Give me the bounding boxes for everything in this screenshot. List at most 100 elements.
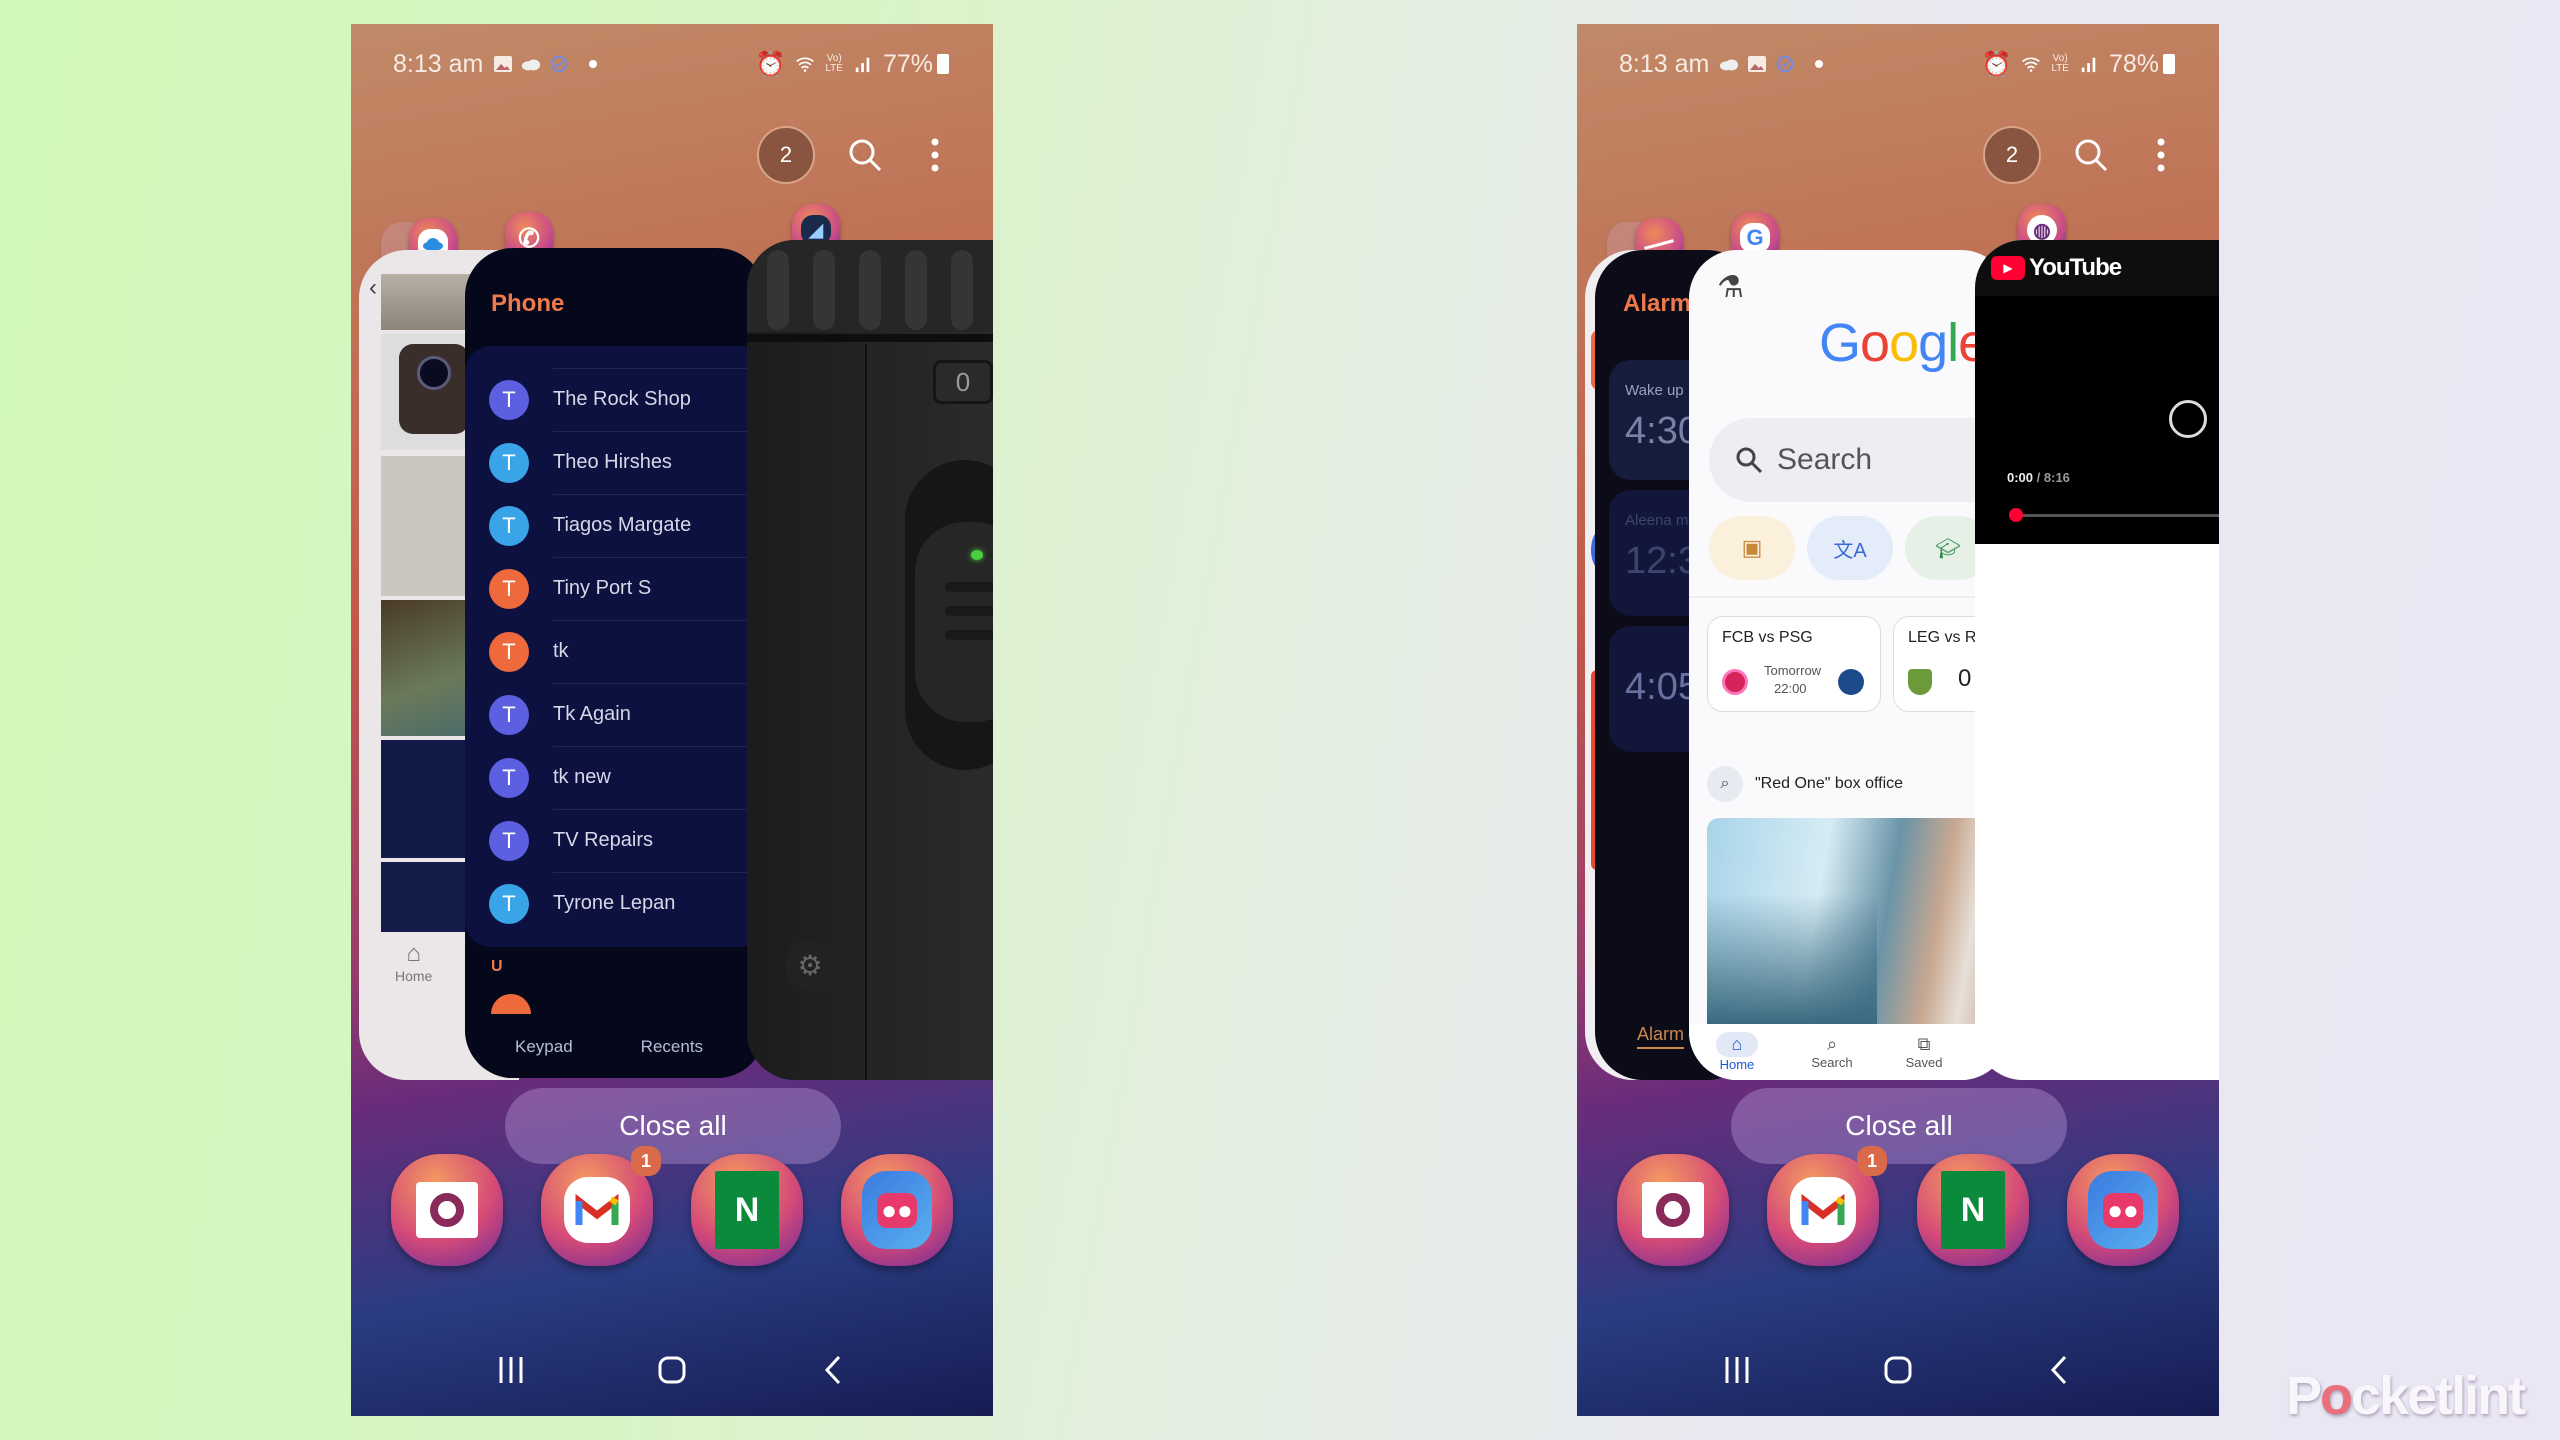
graduation-cap-icon: 🎓︎ [1935, 537, 1961, 560]
cloud-icon [1720, 59, 1739, 71]
lens-image-search-icon: ▣ [1741, 535, 1763, 560]
contact-name: TV Repairs [553, 829, 654, 851]
game-icon: ●● [862, 1171, 932, 1249]
signal-icon [2081, 57, 2096, 73]
notification-badge: 1 [1857, 1146, 1887, 1176]
tab-keypad[interactable]: Keypad [515, 1037, 573, 1057]
contact-name: Tiny Port S [553, 577, 652, 599]
youtube-logo-icon: ▶ [1991, 256, 2025, 280]
search-button[interactable] [2071, 135, 2111, 175]
gear-icon: ⚙ [797, 949, 823, 981]
match-score: 0 [1958, 665, 1972, 692]
dock-app-nedbank[interactable]: N [691, 1154, 803, 1266]
labs-flask-icon[interactable]: ⚗ [1717, 270, 1744, 305]
contact-row[interactable]: T Tiny Port S [465, 557, 765, 620]
contact-row[interactable]: T Theo Hirshes [465, 431, 765, 494]
divider [1689, 596, 2009, 598]
contact-row[interactable]: T Tyrone Lepan [465, 872, 765, 935]
dock-app-camera[interactable] [391, 1154, 503, 1266]
recents-nav-button[interactable] [1707, 1344, 1767, 1396]
trending-search[interactable]: ⌕ "Red One" box office [1707, 766, 1903, 802]
contact-row[interactable]: Ttk new [465, 746, 765, 809]
team-crest-fcb [1722, 669, 1748, 695]
dock-app-game[interactable]: ●● [841, 1154, 953, 1266]
search-icon [849, 139, 882, 172]
search-button[interactable] [845, 135, 885, 175]
navigation-bar [351, 1344, 993, 1396]
status-bar: 8:13 am ⏰ Vo) LTE 78% [1577, 38, 2219, 90]
signal-icon [855, 57, 870, 73]
google-search-bar[interactable]: Search [1709, 418, 2009, 502]
nav-search-label: Search [1811, 1055, 1853, 1070]
dock-app-camera[interactable] [1617, 1154, 1729, 1266]
flashlight-grip [747, 240, 993, 332]
more-options-button[interactable] [2141, 135, 2181, 175]
running-apps-count[interactable]: 2 [757, 126, 815, 184]
contact-row[interactable]: T The Rock Shop [465, 368, 765, 431]
recents-icon [499, 1357, 523, 1383]
contact-row[interactable]: Ttk [465, 620, 765, 683]
contact-name: tk [553, 640, 569, 662]
back-nav-button[interactable] [2029, 1344, 2089, 1396]
tab-alarm[interactable]: Alarm [1637, 1024, 1685, 1049]
match-card[interactable]: FCB vs PSG Tomorrow 22:00 [1707, 616, 1881, 712]
left-phone-screen: 8:13 am ⏰ Vo) LTE 77% 2 ✆ ◢ ‹ ⌂ Home Pho… [351, 24, 993, 1416]
close-all-button[interactable]: Close all [505, 1088, 841, 1164]
contact-row[interactable]: T Tiagos Margate [465, 494, 765, 557]
dock-app-gmail[interactable]: 1 [1767, 1146, 1887, 1266]
wifi-icon [2022, 57, 2041, 72]
team-crest-leg [1908, 669, 1932, 695]
google-icon: G [1746, 225, 1764, 250]
recent-app-card-flashlight[interactable]: 0 ⚙ [747, 240, 993, 1080]
flashlight-icon: ◢ [809, 219, 823, 240]
nav-home[interactable]: ⌂ Home [1715, 1032, 1759, 1072]
nav-saved[interactable]: ⧉ Saved [1906, 1034, 1943, 1070]
home-nav-item[interactable]: ⌂ Home [395, 940, 432, 984]
recent-app-card-phone[interactable]: Phone T The Rock Shop T Theo Hirshes T Tiagos… [465, 248, 765, 1078]
close-all-button[interactable]: Close all [1731, 1088, 2067, 1164]
contact-avatar: T [489, 883, 529, 924]
home-nav-button[interactable] [642, 1344, 702, 1396]
notification-badge: 1 [631, 1146, 661, 1176]
home-nav-button[interactable] [1868, 1344, 1928, 1396]
progress-track[interactable] [2015, 514, 2219, 517]
video-player[interactable]: 0:00 / 8:16 [1975, 296, 2219, 544]
time-total: 8:16 [2043, 470, 2070, 485]
more-options-button[interactable] [915, 135, 955, 175]
flashlight-divider [747, 334, 993, 342]
contact-name: Tiagos Margate [553, 514, 692, 536]
match-title: LEG vs R [1908, 629, 1977, 646]
progress-scrubber[interactable] [2009, 508, 2023, 522]
dock-app-gmail[interactable]: 1 [541, 1146, 661, 1266]
lens-button[interactable]: ▣ [1709, 516, 1795, 580]
dock-app-game[interactable]: ●● [2067, 1154, 2179, 1266]
flashlight-toggle[interactable] [915, 522, 993, 722]
pocketlint-watermark: Pocketlint [2286, 1365, 2526, 1427]
team-crest-psg [1838, 669, 1864, 695]
running-apps-count[interactable]: 2 [1983, 126, 2041, 184]
dock: 1 N ●● [391, 1146, 953, 1294]
alarm-label: Wake up [1625, 382, 1684, 399]
cloud-icon [522, 59, 541, 71]
flashlight-body-divider [865, 344, 867, 1080]
recent-app-card-youtube[interactable]: ▶ YouTube 0:00 / 8:16 [1975, 240, 2219, 1080]
contact-avatar: T [489, 631, 529, 672]
nav-search[interactable]: ⌕ Search [1811, 1034, 1852, 1070]
contact-row[interactable]: T Tk Again [465, 683, 765, 746]
match-when: Tomorrow [1764, 663, 1822, 678]
tab-recents[interactable]: Recents [641, 1037, 703, 1057]
more-vertical-icon [2157, 138, 2165, 172]
battery-percent: 77% [882, 49, 933, 78]
news-image[interactable] [1707, 818, 2009, 1024]
section-letter: U [491, 958, 503, 975]
contact-avatar: T [489, 820, 529, 861]
recent-app-card-google[interactable]: ⚗ Google Search ▣ 文A 🎓︎ FCB vs PSG Tomor… [1689, 250, 2009, 1080]
recents-icon [1725, 1357, 1749, 1383]
translate-button[interactable]: 文A [1807, 516, 1893, 580]
dock-app-nedbank[interactable]: N [1917, 1154, 2029, 1266]
recents-nav-button[interactable] [481, 1344, 541, 1396]
flashlight-settings-button[interactable]: ⚙ [785, 940, 835, 990]
check-circle-icon [551, 55, 568, 73]
back-nav-button[interactable] [803, 1344, 863, 1396]
contact-row[interactable]: T TV Repairs [465, 809, 765, 872]
